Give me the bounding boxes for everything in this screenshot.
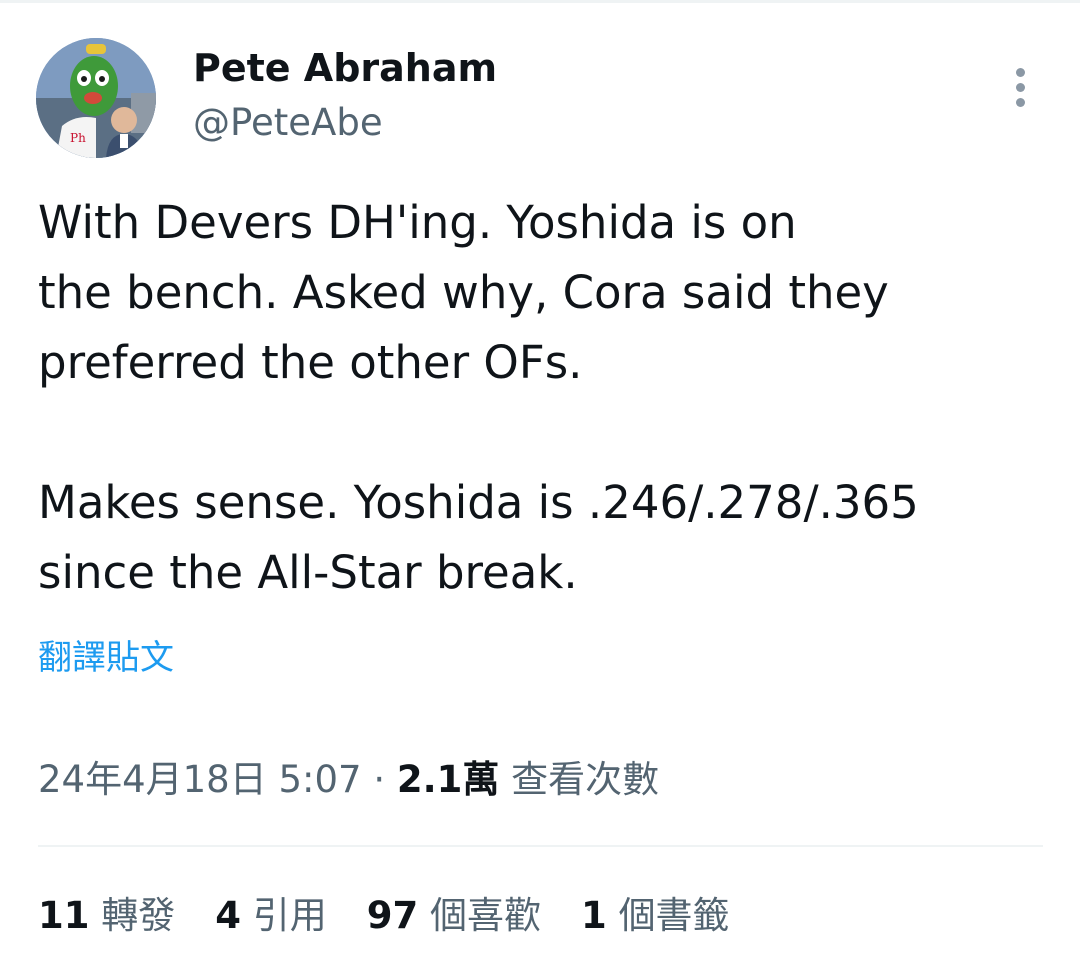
more-vertical-icon [1015, 67, 1025, 77]
reposts-label: 轉發 [101, 894, 176, 937]
tweet-text: With Devers DH'ing. Yoshida is on the be… [38, 196, 919, 599]
translate-post-link[interactable]: 翻譯貼文 [38, 632, 174, 684]
likes-count: 97 [366, 894, 419, 937]
views-label: 查看次數 [499, 758, 660, 801]
avatar-photo-icon: Ph [36, 38, 156, 158]
tweet-meta: 24年4月18日 5:07 · 2.1萬 查看次數 [38, 752, 659, 808]
stats-divider [38, 845, 1043, 847]
quotes-count: 4 [215, 894, 242, 937]
reposts-stat[interactable]: 11 轉發 [38, 888, 175, 944]
more-options-button[interactable] [1000, 62, 1040, 112]
reposts-count: 11 [38, 894, 90, 937]
svg-text:Ph: Ph [70, 131, 86, 145]
bookmarks-count: 1 [581, 894, 607, 937]
quotes-label: 引用 [252, 894, 327, 937]
author-avatar[interactable]: Ph [36, 38, 156, 158]
bookmarks-label: 個書籤 [618, 894, 730, 937]
author-display-name[interactable]: Pete Abraham [193, 42, 497, 94]
quotes-stat[interactable]: 4 引用 [215, 888, 327, 944]
top-divider [0, 0, 1080, 3]
engagement-stats: 11 轉發 4 引用 97 個喜歡 1 個書籤 [38, 888, 730, 944]
views-count: 2.1萬 [396, 758, 500, 801]
likes-stat[interactable]: 97 個喜歡 [367, 888, 541, 944]
meta-separator: · [361, 758, 397, 801]
timestamp[interactable]: 24年4月18日 5:07 [38, 758, 362, 801]
more-vertical-icon-dot [1015, 97, 1025, 107]
author-handle[interactable]: @PeteAbe [193, 98, 383, 148]
bookmarks-stat[interactable]: 1 個書籤 [581, 888, 730, 944]
likes-label: 個喜歡 [430, 894, 542, 937]
more-vertical-icon-dot [1015, 82, 1025, 92]
